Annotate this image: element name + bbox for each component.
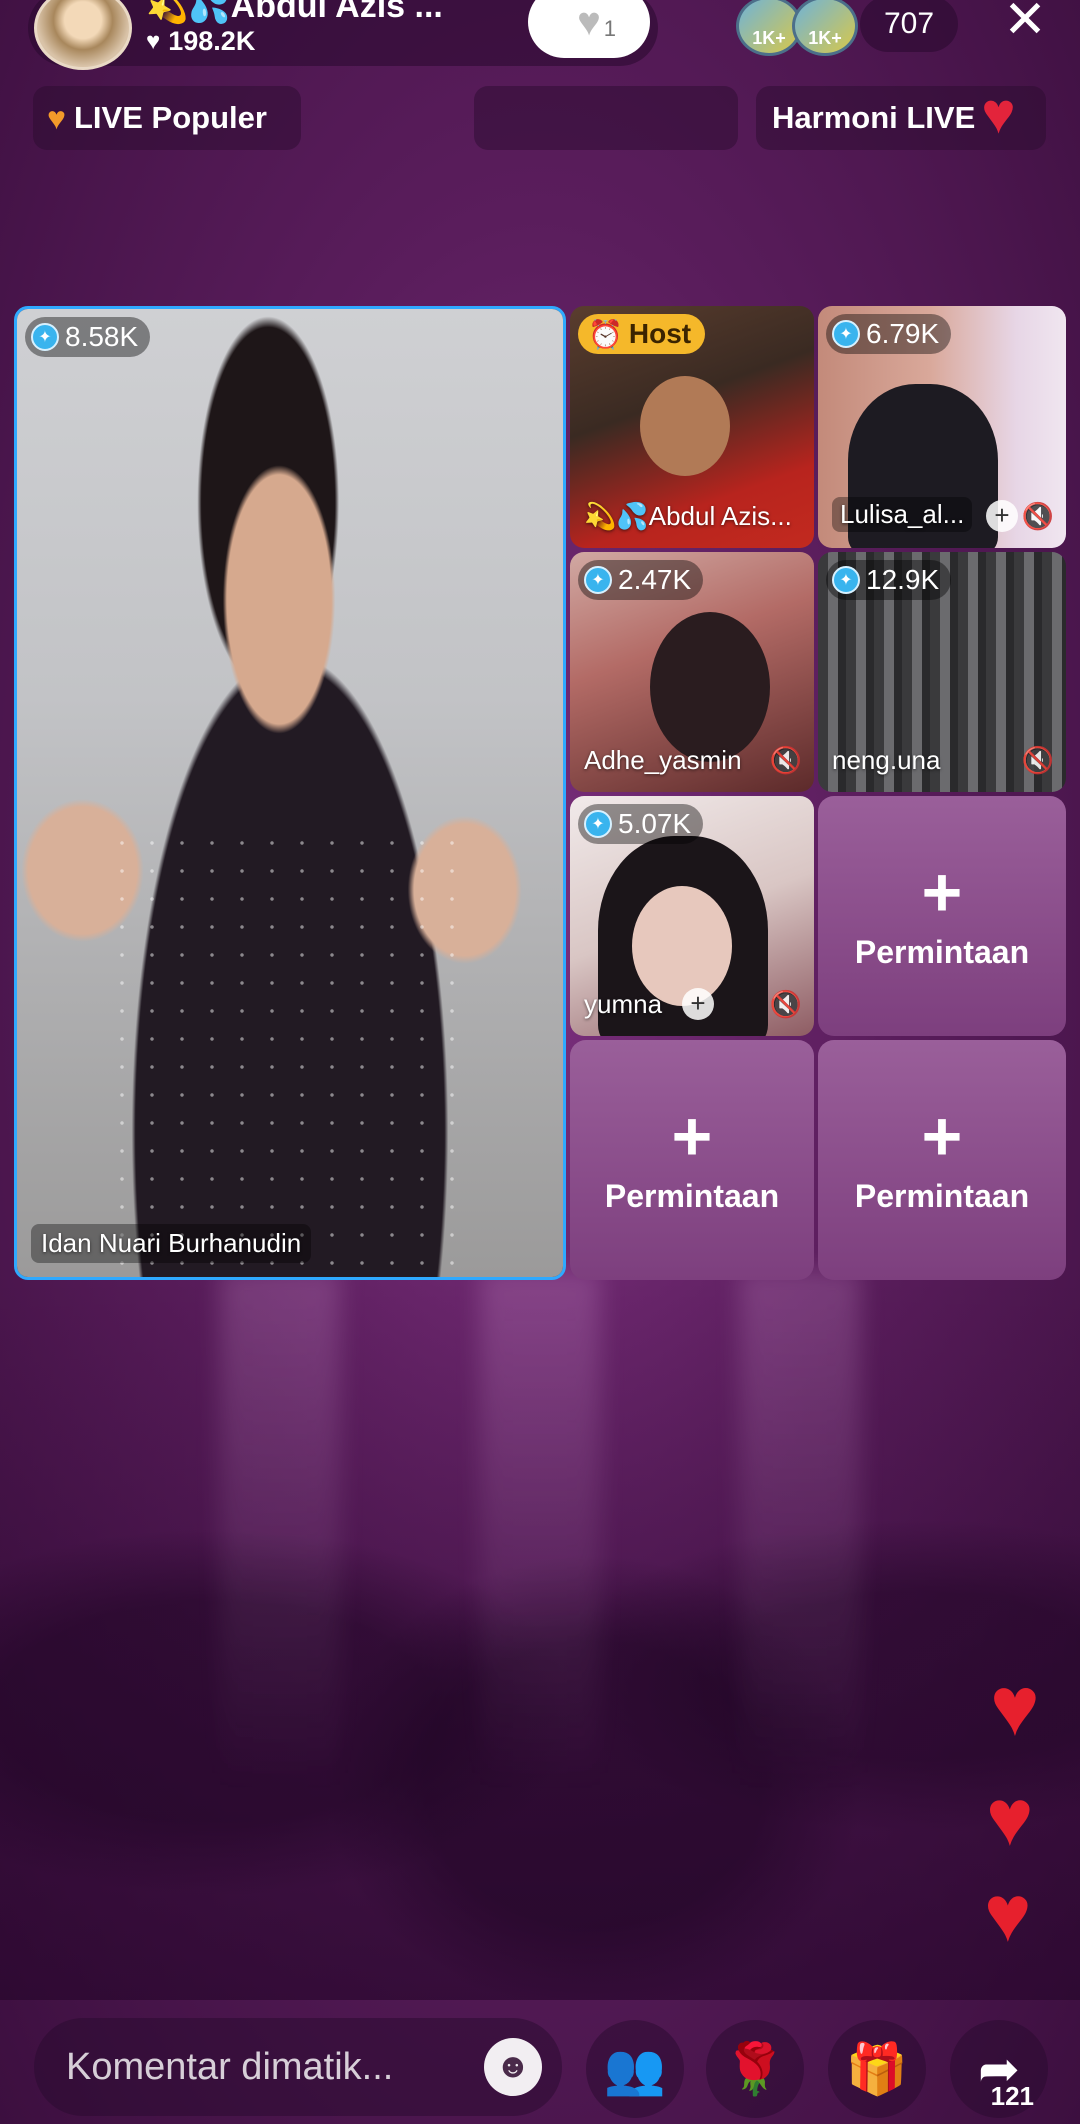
- light-beam: [740, 1270, 860, 1790]
- live-popular-pill[interactable]: ♥ LIVE Populer: [33, 86, 301, 150]
- plus-icon: +: [671, 1096, 713, 1175]
- mic-muted-icon: 🔇: [769, 989, 802, 1019]
- guest-name: Adhe_yasmin: [584, 745, 742, 775]
- host-face: [640, 376, 730, 476]
- host-icon: ⏰: [588, 318, 623, 350]
- viewer-avatar[interactable]: 1K+: [792, 0, 858, 56]
- gift-button[interactable]: 🎁: [828, 2020, 926, 2118]
- likes-count: 198.2K: [168, 26, 256, 56]
- comment-placeholder: Komentar dimatik...: [66, 2045, 394, 2088]
- guest-tile[interactable]: ✦ 6.79K Lulisa_al... + 🔇: [818, 306, 1066, 548]
- empty-banner[interactable]: [474, 86, 738, 150]
- gem-icon: ✦: [584, 566, 612, 594]
- request-slot[interactable]: + Permintaan: [818, 796, 1066, 1036]
- guest-hair: [650, 612, 770, 762]
- heart-gift-icon: ♥: [981, 81, 1016, 146]
- guest-score: ✦ 8.58K: [25, 317, 151, 357]
- guest-tile[interactable]: ✦ 5.07K yumna + 🔇: [570, 796, 814, 1036]
- floating-heart-icon: ♥: [984, 1869, 1032, 1958]
- mic-muted-icon: 🔇: [769, 745, 802, 775]
- request-slot[interactable]: + Permintaan: [570, 1040, 814, 1280]
- guest-face: [632, 886, 732, 1006]
- guest-name: yumna: [584, 989, 663, 1019]
- heart-icon: ♥: [146, 27, 161, 55]
- main-guest-tile[interactable]: ✦ 8.58K Idan Nuari Burhanudin: [14, 306, 566, 1280]
- emoji-icon[interactable]: ☻: [484, 2038, 542, 2096]
- host-tile[interactable]: ⏰ Host 💫💦Abdul Azis...: [570, 306, 814, 548]
- floating-heart-icon: ♥: [986, 1773, 1034, 1862]
- add-icon[interactable]: +: [986, 500, 1018, 532]
- guest-tile[interactable]: ✦ 2.47K Adhe_yasmin 🔇: [570, 552, 814, 792]
- harmoni-live-label: Harmoni LIVE: [772, 100, 976, 135]
- guest-tile[interactable]: ✦ 12.9K neng.una 🔇: [818, 552, 1066, 792]
- host-likes: ♥ 198.2K: [146, 26, 255, 57]
- guest-name: Lulisa_al...: [832, 497, 973, 532]
- follow-button[interactable]: ♥ 1: [528, 0, 650, 58]
- live-popular-label: LIVE Populer: [74, 100, 267, 135]
- people-icon: 👥: [603, 2040, 667, 2097]
- follow-count: 1: [603, 16, 616, 41]
- gift-icon: 🎁: [845, 2040, 909, 2097]
- close-icon[interactable]: ✕: [998, 0, 1052, 46]
- multi-guest-button[interactable]: 👥: [586, 2020, 684, 2118]
- light-beam: [480, 1270, 600, 1790]
- gem-icon: ✦: [832, 320, 860, 348]
- light-beam: [220, 1270, 340, 1790]
- guest-score: ✦ 5.07K: [578, 804, 704, 844]
- floating-heart-icon: ♥: [990, 1659, 1040, 1753]
- plus-icon: +: [921, 1096, 963, 1175]
- dress-sparkles: [107, 829, 467, 1269]
- guest-score: ✦ 6.79K: [826, 314, 952, 354]
- top-viewers[interactable]: 1K+ 1K+: [736, 0, 858, 56]
- flame-heart-icon: ♥: [47, 99, 66, 136]
- request-label: Permintaan: [854, 933, 1030, 970]
- host-badge: ⏰ Host: [578, 314, 706, 354]
- request-label: Permintaan: [854, 1177, 1030, 1214]
- harmoni-live-pill[interactable]: Harmoni LIVE ♥: [756, 81, 1046, 150]
- add-icon[interactable]: +: [682, 988, 714, 1020]
- comment-input[interactable]: Komentar dimatik... ☻: [34, 2018, 562, 2116]
- gem-icon: ✦: [31, 323, 59, 351]
- score-value: 8.58K: [65, 321, 139, 352]
- mic-muted-icon: 🔇: [1021, 501, 1054, 531]
- gem-icon: ✦: [832, 566, 860, 594]
- guest-score: ✦ 2.47K: [578, 560, 704, 600]
- host-name[interactable]: 💫💦Abdul Azis ...: [146, 0, 443, 26]
- heart-icon: ♥: [577, 0, 601, 44]
- top-bar: 💫💦Abdul Azis ... ♥ 198.2K ♥ 1 1K+ 1K+ 70…: [0, 0, 1080, 70]
- rose-icon: 🌹: [723, 2040, 787, 2097]
- rose-gift-button[interactable]: 🌹: [706, 2020, 804, 2118]
- guest-name: 💫💦Abdul Azis...: [584, 501, 792, 531]
- guest-score: ✦ 12.9K: [826, 560, 952, 600]
- request-label: Permintaan: [604, 1177, 780, 1214]
- gem-icon: ✦: [584, 810, 612, 838]
- share-button[interactable]: ➦ 121: [950, 2020, 1048, 2118]
- guest-name: Idan Nuari Burhanudin: [31, 1224, 312, 1263]
- share-count: 121: [990, 2081, 1034, 2111]
- plus-icon: +: [921, 852, 963, 931]
- viewer-count[interactable]: 707: [860, 0, 958, 52]
- mic-muted-icon: 🔇: [1021, 745, 1054, 775]
- request-slot[interactable]: + Permintaan: [818, 1040, 1066, 1280]
- guest-grid: ✦ 8.58K Idan Nuari Burhanudin ⏰ Host 💫💦A…: [14, 306, 1066, 1280]
- guest-name: neng.una: [832, 745, 941, 775]
